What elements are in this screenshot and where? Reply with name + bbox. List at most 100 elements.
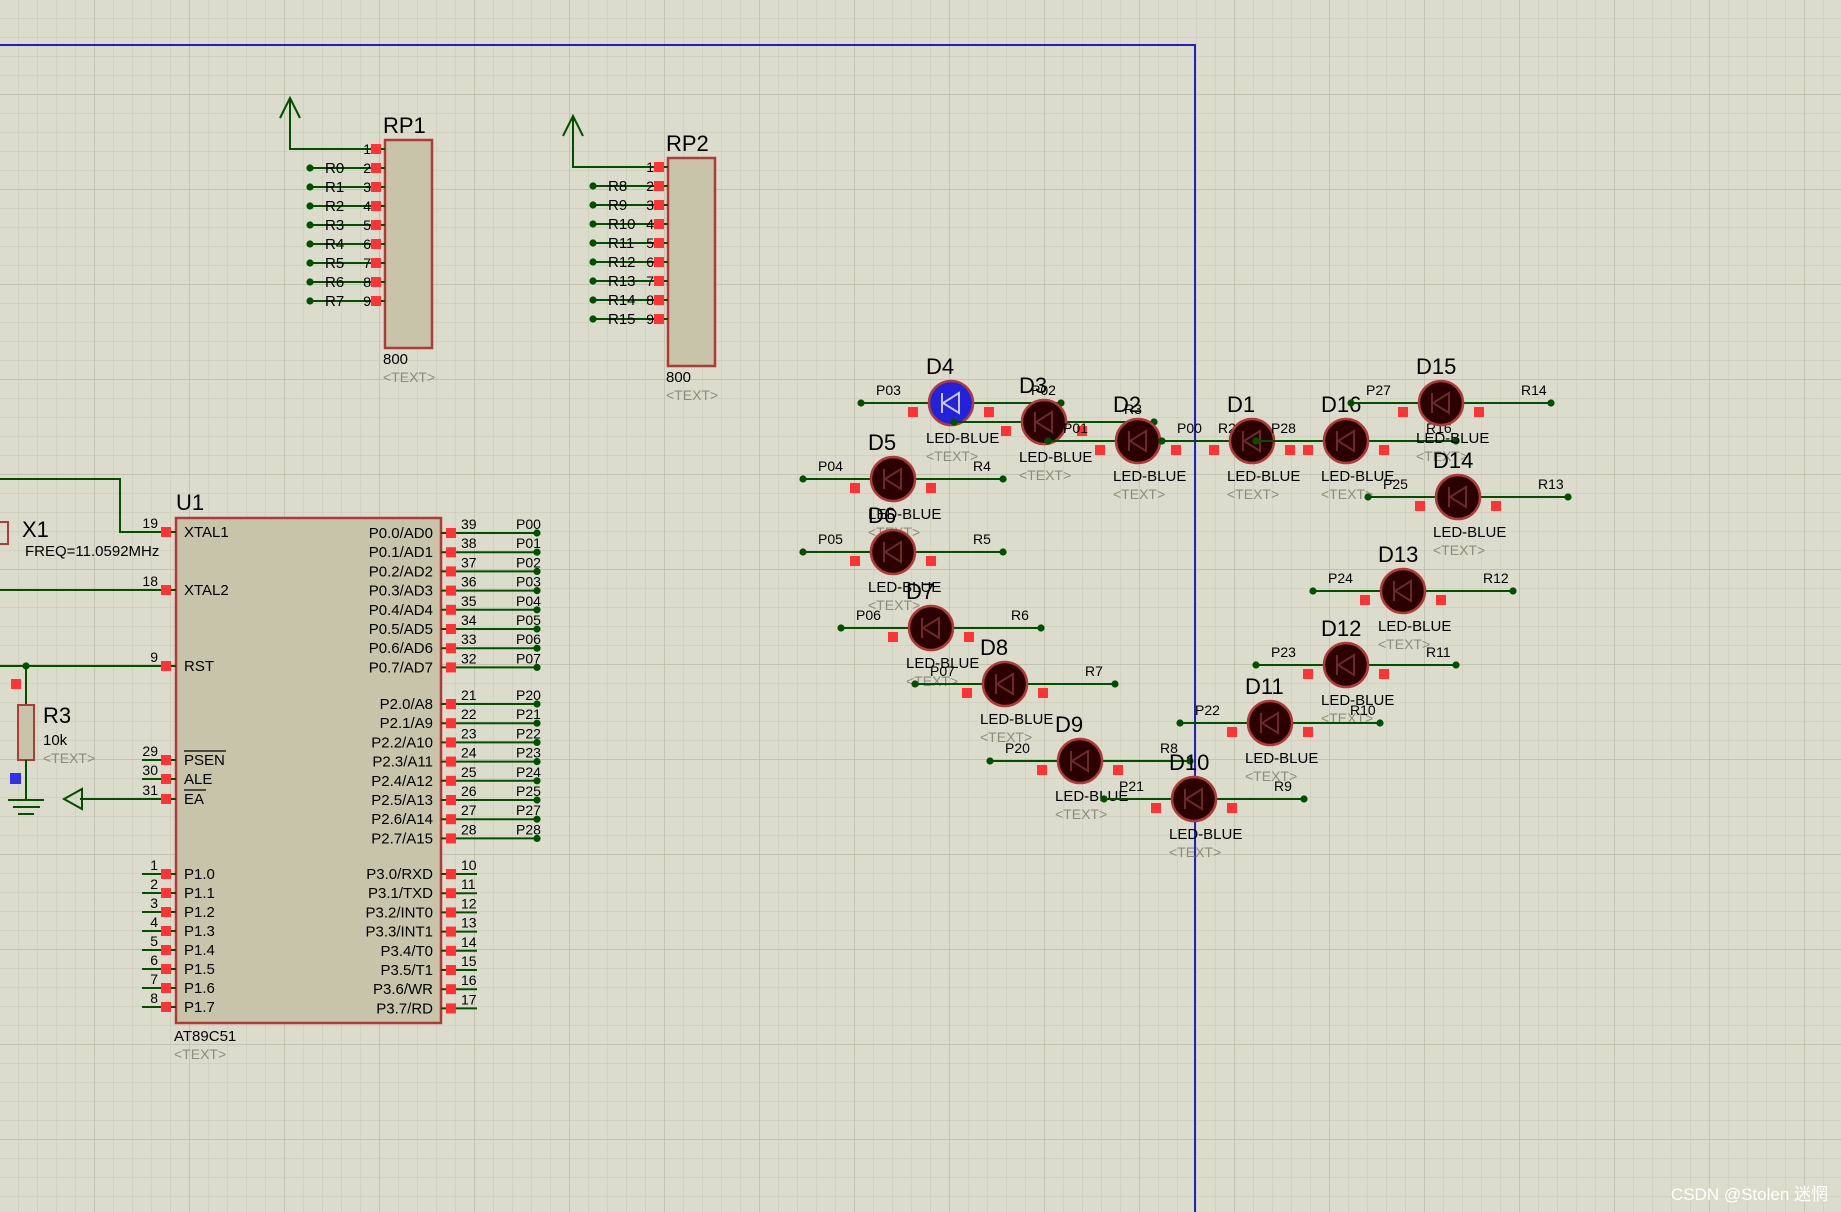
mcu-pin-number: 32: [461, 650, 477, 666]
reset-resistor-ref: R3: [43, 703, 71, 728]
led-right-net: R12: [1483, 570, 1509, 586]
rp2-body[interactable]: [666, 156, 717, 368]
mcu-pin-name: P2.6/A14: [371, 811, 433, 828]
led-ref: D16: [1321, 392, 1361, 417]
led-ref: D15: [1416, 354, 1456, 379]
mcu-text-placeholder: <TEXT>: [174, 1046, 226, 1062]
led-wire-terminal: [999, 548, 1007, 556]
mcu-pin-marker: [446, 945, 456, 956]
rp1-pin-terminal: [306, 221, 314, 229]
mcu-pin-marker: [446, 907, 456, 918]
mcu-net-label: P20: [516, 687, 541, 703]
mcu-pin-number: 17: [461, 991, 477, 1007]
led-body[interactable]: [1056, 737, 1104, 785]
led-pin-marker: [850, 483, 860, 493]
mcu-pin-name: P1.0: [184, 866, 215, 883]
led-right-net: R11: [1426, 644, 1451, 660]
mcu-pin-number: 30: [142, 762, 158, 778]
rp2-pin-number: 5: [646, 235, 654, 251]
mcu-pin-number: 35: [461, 593, 477, 609]
mcu-pin-number: 24: [461, 745, 477, 761]
led-body[interactable]: [927, 379, 975, 427]
led-pin-marker: [1038, 688, 1048, 698]
rp1-net-label: R3: [325, 217, 344, 234]
mcu-pin-marker: [446, 775, 456, 786]
led-wire-terminal: [986, 757, 994, 765]
led-right-net: R14: [1521, 382, 1547, 398]
rp2-pin-terminal: [589, 296, 597, 304]
led-wire-terminal: [1300, 795, 1308, 803]
rp2-pin-number: 6: [646, 254, 654, 270]
mcu-pin-number: 2: [150, 876, 158, 892]
led-wire-terminal: [1158, 437, 1166, 445]
led-wire-terminal: [799, 475, 807, 483]
led-body[interactable]: [1434, 473, 1482, 521]
mcu-pin-marker: [446, 965, 456, 975]
mcu-pin-number: 37: [461, 554, 477, 570]
rp1-net-label: R0: [325, 160, 344, 177]
led-body[interactable]: [907, 604, 955, 652]
led-body[interactable]: [1020, 398, 1068, 446]
led-body[interactable]: [869, 528, 917, 576]
mcu-pin-marker: [161, 888, 171, 898]
mcu-pin-number: 29: [142, 743, 158, 759]
led-pin-marker: [1436, 595, 1446, 605]
rp2-pin-number: 3: [646, 197, 654, 213]
mcu-pin-number: 9: [150, 649, 158, 665]
mcu-pin-marker: [446, 756, 456, 767]
led-body[interactable]: [1322, 417, 1370, 465]
led-ref: D7: [906, 579, 934, 604]
mcu-pin-marker: [446, 718, 456, 729]
mcu-net-label: P23: [516, 745, 541, 761]
mcu-pin-marker: [161, 945, 171, 955]
mcu-net-label: P24: [516, 764, 541, 780]
schematic-canvas[interactable]: X1FREQ=11.0592MHzR310k<TEXT> U1AT89C51<T…: [0, 0, 1841, 1212]
led-wire-terminal: [1509, 587, 1517, 595]
mcu-net-label: P05: [516, 612, 541, 628]
mcu-pin-number: 31: [142, 782, 158, 798]
led-ref: D10: [1169, 750, 1209, 775]
led-right-net: R4: [973, 458, 991, 474]
rp2-pin-number: 7: [646, 273, 654, 289]
rp2-pin-terminal: [589, 220, 597, 228]
led-body[interactable]: [981, 660, 1029, 708]
led-type: LED-BLUE: [1019, 449, 1092, 466]
led-pin-marker: [1171, 445, 1181, 455]
led-pin-marker: [926, 556, 936, 566]
rp1-value: 800: [383, 351, 408, 368]
led-right-net: R10: [1350, 702, 1376, 718]
rp1-pin-number: 8: [363, 274, 371, 290]
mcu-net-label: P01: [516, 535, 541, 551]
led-type: LED-BLUE: [1245, 750, 1318, 767]
led-text-placeholder: <TEXT>: [1321, 486, 1373, 502]
mcu-pin-name: P1.5: [184, 961, 215, 978]
mcu-pin-marker: [161, 926, 171, 936]
mcu-pin-name: P1.4: [184, 942, 215, 959]
led-wire-terminal: [837, 624, 845, 632]
rp1-pin-marker: [371, 220, 381, 230]
mcu-pin-name: P2.0/A8: [380, 696, 433, 713]
mcu-net-label: P06: [516, 631, 541, 647]
mcu-pin-marker: [446, 566, 456, 577]
mcu-pin-number: 36: [461, 574, 477, 590]
mcu-pin-marker: [446, 624, 456, 634]
led-body[interactable]: [1379, 567, 1427, 615]
rp1-pin-number: 1: [363, 141, 371, 157]
led-body[interactable]: [1170, 775, 1218, 823]
rp1-body[interactable]: [383, 138, 434, 350]
reset-resistor-body: [17, 704, 35, 761]
led-left-net: P23: [1271, 644, 1296, 660]
led-ref: D13: [1378, 542, 1418, 567]
led-body[interactable]: [1246, 699, 1294, 747]
rp2-net-label: R10: [608, 216, 636, 233]
rp1-pin-number: 5: [363, 217, 371, 233]
led-body[interactable]: [1322, 641, 1370, 689]
led-body[interactable]: [1417, 379, 1465, 427]
mcu-pin-number: 12: [461, 895, 477, 911]
led-ref: D3: [1019, 373, 1047, 398]
led-wire-terminal: [1252, 437, 1260, 445]
led-body[interactable]: [1114, 417, 1162, 465]
led-body[interactable]: [869, 455, 917, 503]
led-pin-marker: [1303, 445, 1313, 455]
led-ref: D4: [926, 354, 954, 379]
